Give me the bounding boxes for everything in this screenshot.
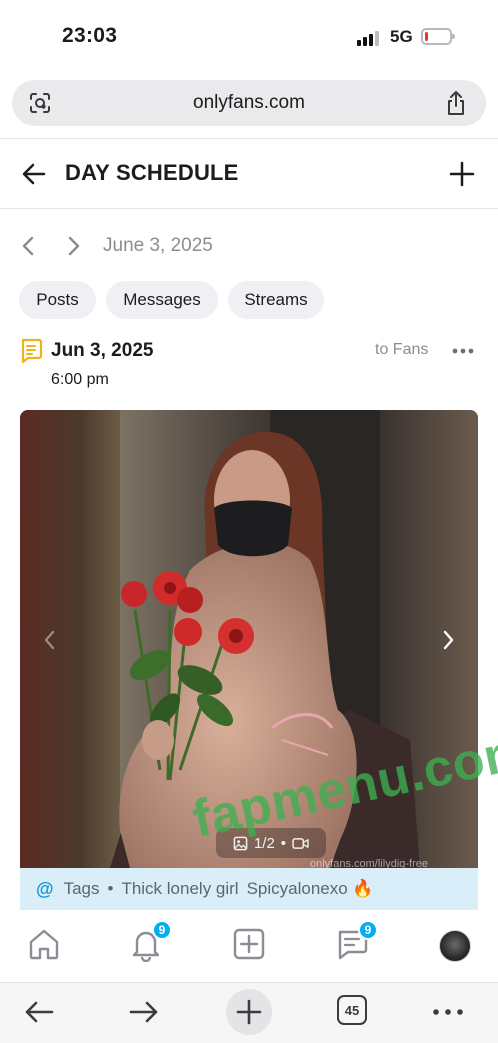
post-tags: @ Tags • Thick lonely girl Spicyalonexo … xyxy=(20,868,478,910)
url-bar[interactable]: onlyfans.com xyxy=(12,80,486,126)
notifications-button[interactable]: 9 xyxy=(128,920,172,963)
back-arrow-icon[interactable] xyxy=(20,160,48,188)
media-count-text: 1/2 xyxy=(253,834,275,852)
new-post-icon[interactable] xyxy=(231,926,267,962)
media-counter: 1/2 • xyxy=(216,828,326,858)
notifications-badge: 9 xyxy=(152,920,172,940)
divider xyxy=(0,138,498,139)
next-day-icon[interactable] xyxy=(62,234,84,258)
network-type: 5G xyxy=(390,27,413,46)
media-previous-icon[interactable] xyxy=(42,628,58,652)
page-header: DAY SCHEDULE xyxy=(0,140,498,208)
share-icon[interactable] xyxy=(444,90,468,116)
tag-item[interactable]: Thick lonely girl xyxy=(121,879,238,899)
post-date: Jun 3, 2025 xyxy=(51,340,154,361)
separator-dot: • xyxy=(280,834,287,852)
post-audience: to Fans xyxy=(375,341,429,358)
status-time: 23:03 xyxy=(62,24,118,47)
tag-item[interactable]: Spicyalonexo 🔥 xyxy=(247,879,374,899)
plus-icon xyxy=(236,999,262,1025)
add-icon[interactable] xyxy=(448,160,476,188)
at-icon: @ xyxy=(36,878,54,899)
more-options-icon[interactable] xyxy=(452,346,474,356)
tags-label: Tags xyxy=(63,879,100,898)
status-bar: 23:03 5G xyxy=(0,0,498,72)
url-text[interactable]: onlyfans.com xyxy=(12,92,486,114)
new-tab-button[interactable] xyxy=(226,989,272,1035)
messages-badge: 9 xyxy=(358,920,378,940)
more-menu-icon[interactable] xyxy=(431,995,465,1029)
browser-toolbar: 45 xyxy=(0,982,498,1043)
current-date[interactable]: June 3, 2025 xyxy=(103,235,213,257)
separator-dot: • xyxy=(107,879,114,898)
filter-chip-streams[interactable]: Streams xyxy=(228,281,324,319)
video-icon xyxy=(292,837,309,849)
media-next-icon[interactable] xyxy=(440,628,456,652)
avatar[interactable] xyxy=(439,930,471,962)
signal-icon xyxy=(357,30,381,46)
post-time: 6:00 pm xyxy=(51,371,109,388)
tabs-button[interactable]: 45 xyxy=(337,995,367,1025)
image-icon xyxy=(233,836,248,850)
scheduled-post-icon xyxy=(21,338,43,364)
divider xyxy=(0,208,498,209)
previous-day-icon[interactable] xyxy=(18,234,40,258)
filter-chip-posts[interactable]: Posts xyxy=(19,281,96,319)
page-title: DAY SCHEDULE xyxy=(65,160,239,185)
forward-icon[interactable] xyxy=(127,995,161,1029)
post-media[interactable]: 1/2 • onlyfans.com/lilydig-free xyxy=(20,410,478,868)
battery-icon xyxy=(421,28,455,45)
media-watermark: onlyfans.com/lilydig-free xyxy=(310,858,428,868)
filter-chip-messages[interactable]: Messages xyxy=(106,281,218,319)
back-icon[interactable] xyxy=(22,995,56,1029)
post-photo xyxy=(20,410,478,868)
messages-button[interactable]: 9 xyxy=(334,920,378,962)
date-navigator: June 3, 2025 xyxy=(0,232,498,262)
home-icon[interactable] xyxy=(26,926,62,962)
app-bottom-nav: 9 9 xyxy=(0,910,498,982)
